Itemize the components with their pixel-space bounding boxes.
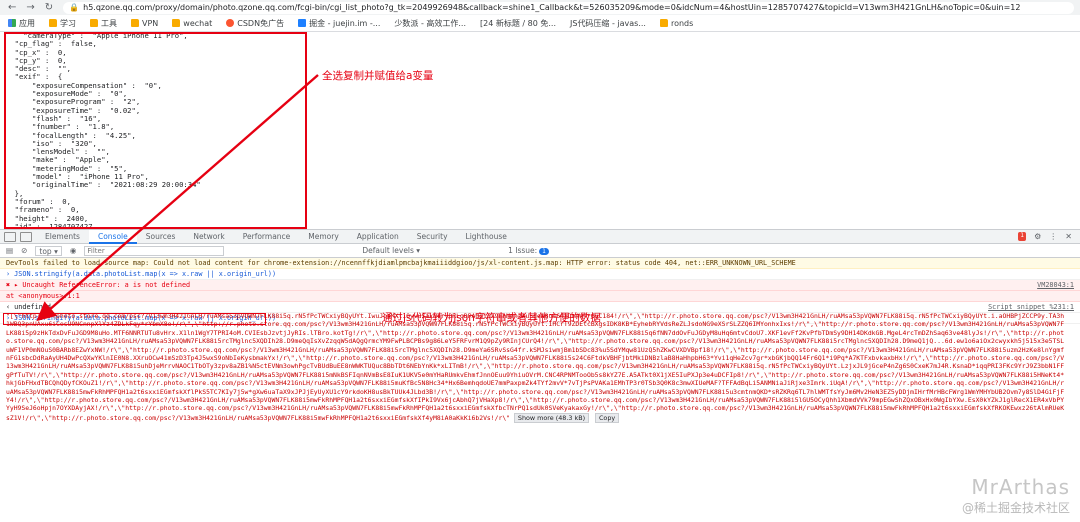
more-icon[interactable]: ⋮ bbox=[1049, 232, 1057, 241]
folder-icon bbox=[172, 19, 181, 27]
eye-icon[interactable]: ◉ bbox=[70, 246, 77, 255]
forward-icon[interactable]: → bbox=[26, 2, 34, 13]
filter-input[interactable] bbox=[84, 245, 225, 256]
tab-application[interactable]: Application bbox=[348, 230, 408, 244]
annotation-select-copy: 全选复制并赋值给a变量 bbox=[322, 70, 434, 82]
bookmark-item[interactable]: ronds bbox=[659, 18, 694, 28]
devtools-panel: Elements Console Sources Network Performance… bbox=[0, 229, 1080, 522]
bookmark-label: wechat bbox=[183, 18, 213, 28]
bookmark-item[interactable]: 应用 bbox=[8, 18, 35, 29]
tab-memory[interactable]: Memory bbox=[299, 230, 348, 244]
bookmark-label: 少数派 - 高效工作... bbox=[394, 18, 467, 28]
folder-icon bbox=[659, 19, 668, 27]
watermark-name: MrArthas bbox=[971, 475, 1070, 499]
context-select[interactable]: top ▾ bbox=[35, 245, 62, 256]
page-content: "cameraType" : "Apple iPhone 11 Pro", "c… bbox=[0, 32, 1080, 229]
grid-icon bbox=[8, 19, 16, 27]
bookmark-label: CSDN免广告 bbox=[237, 18, 285, 28]
tab-network[interactable]: Network bbox=[184, 230, 233, 244]
watermark: MrArthas @稀土掘金技术社区 bbox=[962, 475, 1070, 516]
watermark-site: @稀土掘金技术社区 bbox=[961, 501, 1070, 515]
bookmark-label: [24 新标题 / 80 免... bbox=[480, 18, 556, 28]
bookmark-item[interactable]: [24 新标题 / 80 免... bbox=[480, 18, 556, 29]
tab-console[interactable]: Console bbox=[88, 229, 137, 244]
browser-window: ← → ↻ 🔒 h5.qzone.qq.com/proxy/domain/pho… bbox=[0, 0, 1080, 522]
url-input[interactable]: 🔒 h5.qzone.qq.com/proxy/domain/photo.qzo… bbox=[63, 1, 1074, 14]
tab-lighthouse[interactable]: Lighthouse bbox=[457, 230, 516, 244]
csdn-icon bbox=[226, 19, 235, 27]
console-command: › JSON.stringify(a.data.photoList.map(x … bbox=[0, 269, 1080, 280]
tab-performance[interactable]: Performance bbox=[234, 230, 300, 244]
lock-icon: 🔒 bbox=[69, 3, 80, 12]
bookmark-item[interactable]: 少数派 - 高效工作... bbox=[394, 18, 466, 29]
bookmark-label: ronds bbox=[670, 18, 694, 28]
bookmark-item[interactable]: VPN bbox=[131, 19, 158, 28]
show-more-button[interactable]: Show more (48.3 kB) bbox=[513, 412, 590, 424]
juejin-icon bbox=[298, 19, 307, 27]
tab-security[interactable]: Security bbox=[408, 230, 457, 244]
inspect-icon[interactable] bbox=[4, 231, 16, 242]
console-error: VM28043:1 ✖ ▸ Uncaught ReferenceError: a … bbox=[0, 280, 1080, 291]
bookmark-item[interactable]: 学习 bbox=[49, 18, 76, 29]
console-error-stack: at <anonymous>:1:1 bbox=[0, 291, 1080, 302]
url-text: h5.qzone.qq.com/proxy/domain/photo.qzone… bbox=[83, 3, 1021, 12]
bookmark-label: VPN bbox=[142, 18, 159, 28]
bookmark-item[interactable]: 工具 bbox=[90, 18, 117, 29]
folder-icon bbox=[49, 19, 57, 27]
bookmark-item[interactable]: CSDN免广告 bbox=[226, 18, 284, 29]
console-toolbar: ▤ ⊘ top ▾ ◉ Default levels ▾ 1 Issue:1 bbox=[0, 244, 1080, 258]
issues-link[interactable]: 1 Issue: 1 bbox=[508, 246, 549, 255]
devtools-tab-bar: Elements Console Sources Network Performance… bbox=[0, 229, 1080, 244]
levels-select[interactable]: Default levels ▾ bbox=[362, 246, 420, 255]
error-badge[interactable]: 1 bbox=[1018, 232, 1027, 241]
tab-sources[interactable]: Sources bbox=[137, 230, 185, 244]
snippet-source-link[interactable]: Script snippet %231:1 bbox=[988, 303, 1074, 311]
console-string-output: "[\"http://r.photo.store.qq.com/psc?/V13… bbox=[6, 312, 1065, 424]
bookmark-item[interactable]: JS代码压缩 - javas... bbox=[570, 18, 646, 29]
back-icon[interactable]: ← bbox=[8, 2, 16, 13]
reload-icon[interactable]: ↻ bbox=[45, 2, 53, 13]
annotation-convert-json: 通过js代码转为json字符串或者其他方便的数据 bbox=[382, 312, 601, 324]
address-row: ← → ↻ 🔒 h5.qzone.qq.com/proxy/domain/pho… bbox=[0, 0, 1080, 15]
settings-icon[interactable]: ⚙ bbox=[1034, 232, 1041, 241]
bookmark-label: 掘金 - juejin.im -... bbox=[309, 18, 381, 28]
device-toggle-icon[interactable] bbox=[20, 231, 32, 242]
bookmark-label: JS代码压缩 - javas... bbox=[570, 18, 646, 28]
bookmark-label: 工具 bbox=[101, 18, 117, 28]
folder-icon bbox=[90, 19, 98, 27]
tab-elements[interactable]: Elements bbox=[36, 230, 89, 244]
copy-button[interactable]: Copy bbox=[594, 412, 620, 424]
bookmarks-bar: 应用 学习 工具 VPN wechat CSDN免广告 掘金 - juejin.im -..… bbox=[0, 15, 1080, 32]
highlight-box-command bbox=[3, 313, 266, 325]
close-icon[interactable]: ✕ bbox=[1065, 232, 1072, 241]
clear-console-icon[interactable]: ⊘ bbox=[21, 246, 27, 255]
error-source-link[interactable]: VM28043:1 bbox=[1037, 281, 1074, 289]
console-warning: DevTools failed to load source map: Coul… bbox=[0, 258, 1080, 269]
bookmark-label: 应用 bbox=[19, 18, 35, 28]
bookmark-item[interactable]: 掘金 - juejin.im -... bbox=[298, 18, 380, 29]
highlight-box-json bbox=[4, 32, 307, 229]
bookmark-item[interactable]: wechat bbox=[172, 19, 212, 28]
folder-icon bbox=[131, 19, 139, 27]
bookmark-label: 学习 bbox=[60, 18, 76, 28]
sidebar-toggle-icon[interactable]: ▤ bbox=[6, 246, 13, 255]
